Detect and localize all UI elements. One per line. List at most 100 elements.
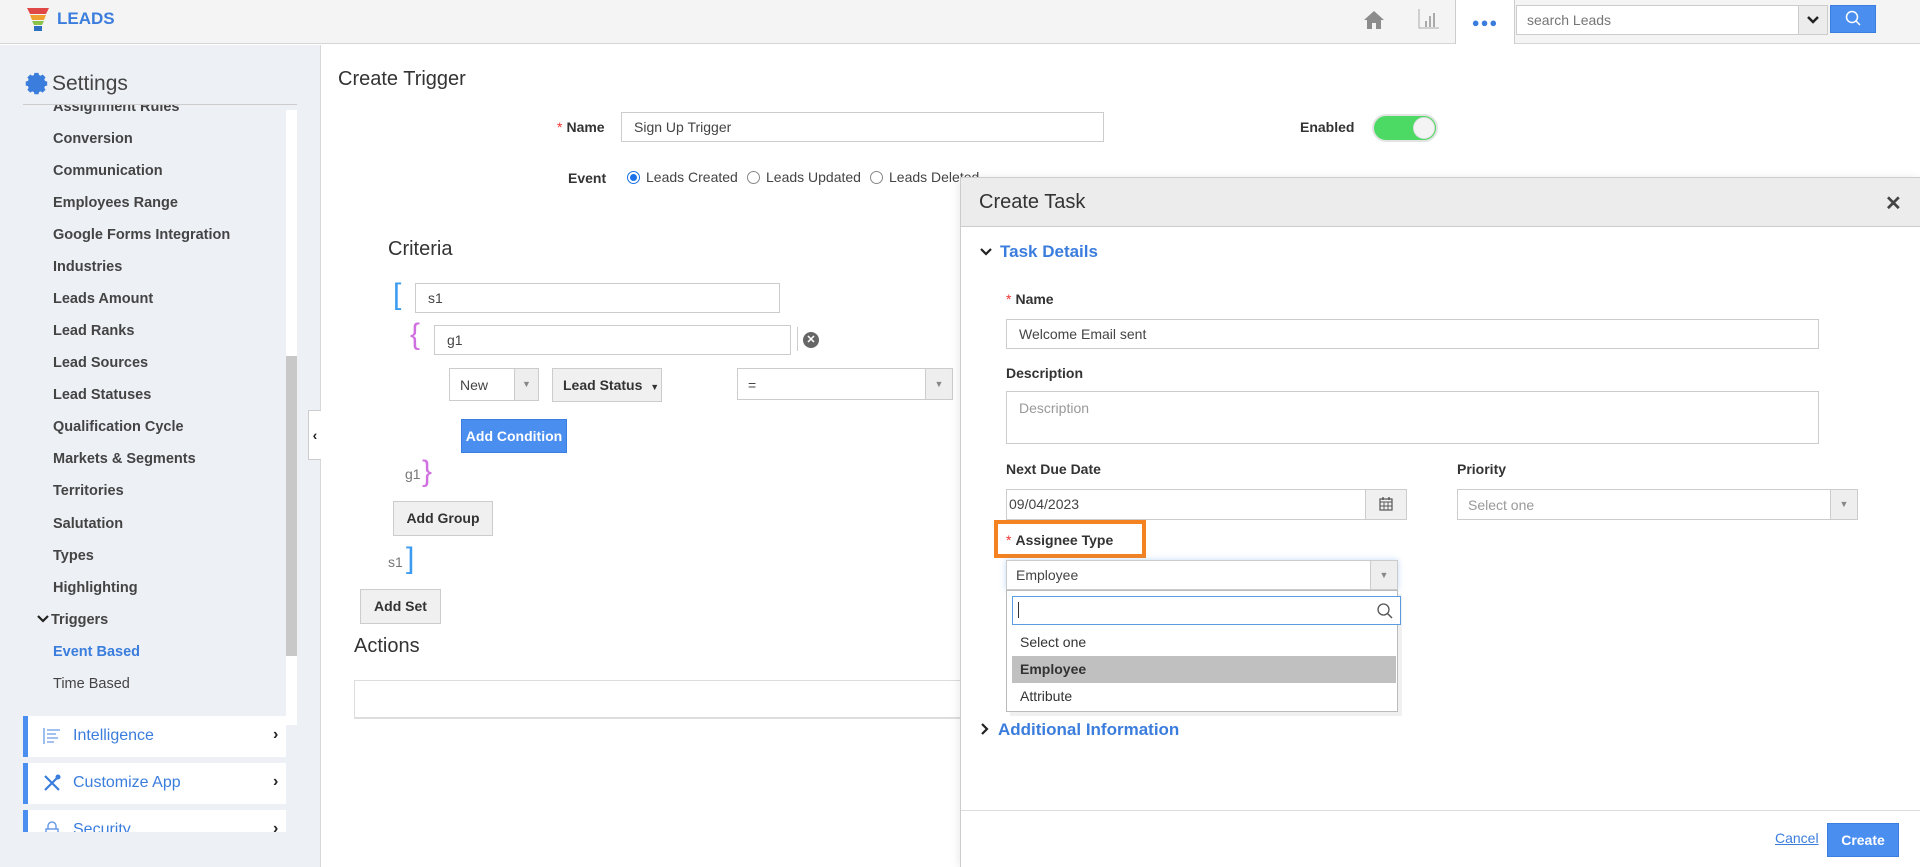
radio-unchecked-icon bbox=[870, 171, 883, 184]
dropdown-label: Lead Status bbox=[563, 377, 643, 393]
label-text: Assignee Type bbox=[1015, 532, 1114, 548]
settings-nav-list: Assignment Rules Conversion Communicatio… bbox=[23, 105, 287, 725]
modal-header: Create Task ✕ bbox=[961, 178, 1920, 227]
trigger-name-input[interactable]: Sign Up Trigger bbox=[621, 112, 1104, 142]
description-textarea[interactable]: Description bbox=[1006, 391, 1819, 444]
sidebar-item-industries[interactable]: Industries bbox=[53, 259, 122, 275]
radio-leads-created[interactable]: Leads Created bbox=[627, 169, 738, 185]
group-close-brace-icon: } bbox=[422, 455, 433, 488]
dropdown-option[interactable]: Select one bbox=[1012, 629, 1396, 656]
sidebar-group-label: Customize App bbox=[73, 774, 181, 791]
app-name[interactable]: LEADS bbox=[57, 9, 115, 29]
search-scope-dropdown[interactable] bbox=[1798, 5, 1828, 35]
sidebar-item-leads-amount[interactable]: Leads Amount bbox=[53, 291, 153, 307]
dropdown-option[interactable]: Attribute bbox=[1012, 683, 1396, 710]
sidebar-scrollbar-thumb[interactable] bbox=[286, 356, 297, 656]
sidebar-item-label: Triggers bbox=[51, 612, 109, 628]
caret-down-icon: ▼ bbox=[925, 369, 952, 399]
toggle-knob bbox=[1413, 117, 1435, 139]
sidebar-item-lead-sources[interactable]: Lead Sources bbox=[53, 355, 148, 371]
sidebar-item-highlighting[interactable]: Highlighting bbox=[53, 580, 138, 596]
sidebar-group-intelligence[interactable]: Intelligence › bbox=[23, 716, 286, 757]
due-date-input[interactable]: 09/04/2023 bbox=[1006, 489, 1366, 520]
required-asterisk: * bbox=[1006, 532, 1012, 548]
add-condition-button[interactable]: Add Condition bbox=[461, 419, 567, 453]
required-asterisk: * bbox=[1006, 291, 1012, 307]
more-dots-icon: ●●● bbox=[1471, 15, 1499, 30]
add-set-button[interactable]: Add Set bbox=[360, 589, 441, 624]
chevron-right-icon: › bbox=[273, 820, 279, 832]
group-name-input[interactable]: g1 bbox=[434, 325, 791, 355]
top-bar: LEADS ●●● bbox=[0, 0, 1920, 44]
radio-leads-updated[interactable]: Leads Updated bbox=[747, 169, 861, 185]
sidebar-item-conversion[interactable]: Conversion bbox=[53, 131, 133, 147]
sidebar-item-event-based[interactable]: Event Based bbox=[53, 644, 140, 660]
tools-icon bbox=[44, 774, 61, 791]
condition-operator-select[interactable]: = ▼ bbox=[737, 368, 953, 400]
create-task-panel: Create Task ✕ Task Details * Name Welcome… bbox=[960, 177, 1920, 867]
sidebar-item-lead-statuses[interactable]: Lead Statuses bbox=[53, 387, 151, 403]
additional-information-section-toggle[interactable]: Additional Information bbox=[980, 720, 1179, 740]
gear-icon bbox=[25, 72, 48, 95]
home-icon[interactable] bbox=[1362, 8, 1386, 32]
sidebar-item-markets-segments[interactable]: Markets & Segments bbox=[53, 451, 196, 467]
cancel-link[interactable]: Cancel bbox=[1775, 830, 1819, 846]
add-group-button[interactable]: Add Group bbox=[393, 501, 493, 536]
task-details-section-toggle[interactable]: Task Details bbox=[980, 242, 1098, 262]
sidebar-item-triggers[interactable]: Triggers bbox=[37, 612, 108, 628]
sidebar-item-assignment-rules[interactable]: Assignment Rules bbox=[53, 105, 180, 115]
modal-title: Create Task bbox=[979, 191, 1086, 213]
trigger-name-label: * Name bbox=[557, 119, 605, 135]
sidebar-item-types[interactable]: Types bbox=[53, 548, 94, 564]
sidebar-item-communication[interactable]: Communication bbox=[53, 163, 163, 179]
chevron-left-icon: ‹ bbox=[312, 427, 318, 443]
group-open-brace-icon: { bbox=[410, 318, 421, 351]
assignee-type-select[interactable]: Employee ▼ bbox=[1006, 560, 1398, 590]
sidebar-item-time-based[interactable]: Time Based bbox=[53, 676, 130, 692]
select-value: Select one bbox=[1468, 497, 1535, 513]
sidebar-group-security[interactable]: Security › bbox=[23, 810, 286, 832]
dropdown-search-input[interactable] bbox=[1012, 596, 1401, 625]
search-button[interactable] bbox=[1830, 5, 1876, 33]
condition-field-dropdown[interactable]: Lead Status ▼ bbox=[552, 368, 662, 402]
sidebar-item-salutation[interactable]: Salutation bbox=[53, 516, 123, 532]
condition-value-select[interactable]: New ▼ bbox=[449, 368, 539, 401]
search-input[interactable] bbox=[1516, 5, 1799, 35]
search-icon bbox=[1377, 603, 1393, 619]
set-name-input[interactable]: s1 bbox=[415, 283, 780, 313]
sidebar-group-label: Intelligence bbox=[73, 727, 154, 744]
close-icon[interactable]: ✕ bbox=[1885, 191, 1902, 216]
sidebar-item-employees-range[interactable]: Employees Range bbox=[53, 195, 178, 211]
reports-chart-icon[interactable] bbox=[1417, 7, 1441, 31]
caret-down-icon: ▼ bbox=[1830, 490, 1857, 519]
collapse-sidebar-button[interactable]: ‹ bbox=[308, 410, 321, 460]
event-label: Event bbox=[568, 170, 607, 186]
calendar-button[interactable] bbox=[1365, 489, 1407, 520]
remove-group-icon[interactable]: ✕ bbox=[803, 332, 819, 348]
caret-down-icon: ▼ bbox=[1370, 561, 1397, 589]
sidebar-item-qualification-cycle[interactable]: Qualification Cycle bbox=[53, 419, 184, 435]
intelligence-icon bbox=[43, 728, 60, 744]
task-name-input[interactable]: Welcome Email sent bbox=[1006, 319, 1819, 349]
description-label: Description bbox=[1006, 365, 1084, 381]
radio-unchecked-icon bbox=[747, 171, 760, 184]
enabled-label: Enabled bbox=[1300, 119, 1355, 135]
label-text: Name bbox=[566, 119, 605, 135]
criteria-heading: Criteria bbox=[388, 238, 453, 260]
label-text: Name bbox=[1015, 291, 1054, 307]
sidebar-item-google-forms-integration[interactable]: Google Forms Integration bbox=[53, 227, 230, 243]
set-close-label: s1 bbox=[388, 554, 403, 570]
leads-funnel-logo-icon[interactable] bbox=[26, 6, 50, 32]
chevron-down-icon bbox=[1807, 16, 1819, 24]
select-value: Employee bbox=[1016, 567, 1079, 583]
divider bbox=[961, 810, 1920, 811]
more-menu-button[interactable]: ●●● bbox=[1455, 0, 1515, 44]
priority-select[interactable]: Select one ▼ bbox=[1457, 489, 1858, 520]
sidebar-item-lead-ranks[interactable]: Lead Ranks bbox=[53, 323, 134, 339]
sidebar-item-territories[interactable]: Territories bbox=[53, 483, 124, 499]
actions-panel bbox=[354, 680, 964, 719]
sidebar-group-customize-app[interactable]: Customize App › bbox=[23, 763, 286, 804]
create-button[interactable]: Create bbox=[1827, 823, 1899, 857]
dropdown-option-selected[interactable]: Employee bbox=[1012, 656, 1396, 683]
enabled-toggle[interactable] bbox=[1372, 114, 1438, 142]
